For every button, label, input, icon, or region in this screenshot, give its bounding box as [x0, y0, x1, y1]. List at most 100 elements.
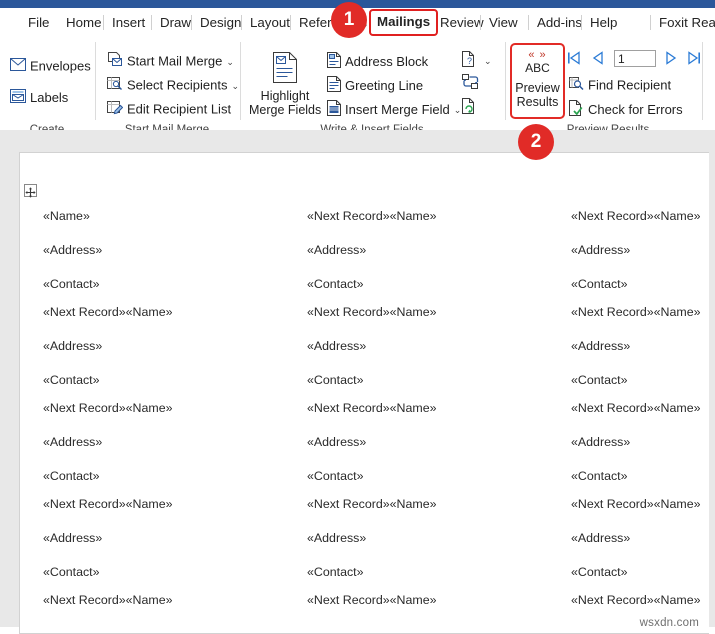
- match-fields-button[interactable]: [462, 74, 483, 94]
- merge-field[interactable]: «Next Record»«Name»: [307, 593, 436, 607]
- greeting-line-label: Greeting Line: [345, 78, 424, 93]
- ribbon-tab-insert[interactable]: Insert: [102, 11, 149, 34]
- merge-field[interactable]: «Contact»: [307, 469, 363, 483]
- start-mail-merge-label: Start Mail Merge: [127, 53, 223, 69]
- merge-field[interactable]: «Address»: [307, 435, 366, 449]
- match-fields-icon: [462, 74, 479, 94]
- merge-field[interactable]: «Contact»: [43, 277, 99, 291]
- find-recipient-icon: [569, 76, 584, 95]
- merge-field[interactable]: «Next Record»«Name»: [571, 593, 700, 607]
- update-labels-icon: [462, 98, 476, 118]
- envelopes-label: Envelopes: [30, 58, 91, 74]
- labels-button[interactable]: Labels: [10, 89, 68, 107]
- annotation-badge-1: 1: [331, 2, 367, 38]
- merge-field[interactable]: «Next Record»«Name»: [43, 305, 172, 319]
- ribbon-tab-draw[interactable]: Draw: [150, 11, 195, 34]
- labels-label: Labels: [30, 90, 69, 105]
- preview-results-label-1: Preview: [515, 81, 560, 95]
- address-block-label: Address Block: [345, 54, 429, 69]
- merge-field[interactable]: «Next Record»«Name»: [43, 497, 172, 511]
- ribbon-tab-design[interactable]: Design: [190, 11, 245, 34]
- chevron-down-icon[interactable]: ⌄: [226, 54, 234, 70]
- edit-recipient-list-label: Edit Recipient List: [127, 101, 232, 117]
- last-record-button[interactable]: [687, 51, 701, 70]
- merge-field[interactable]: «Address»: [43, 435, 102, 449]
- merge-field[interactable]: «Next Record»«Name»: [571, 209, 700, 223]
- merge-field[interactable]: «Contact»: [307, 565, 363, 579]
- find-recipient-button[interactable]: Find Recipient: [569, 76, 671, 95]
- merge-field[interactable]: «Address»: [571, 339, 630, 353]
- highlight-merge-fields-icon: [249, 52, 321, 86]
- greeting-line-button[interactable]: Greeting Line: [327, 76, 423, 96]
- preview-results-arrows-icon: « »: [528, 49, 547, 61]
- merge-field[interactable]: «Name»: [43, 209, 90, 223]
- start-mail-merge-icon: [107, 52, 123, 71]
- merge-field[interactable]: «Address»: [43, 531, 102, 545]
- chevron-down-icon[interactable]: ⌄: [231, 78, 239, 94]
- merge-field[interactable]: «Next Record»«Name»: [571, 497, 700, 511]
- merge-field[interactable]: «Contact»: [571, 469, 627, 483]
- ribbon-tab-help[interactable]: Help: [580, 11, 621, 34]
- insert-merge-field-icon: [327, 100, 341, 120]
- insert-merge-field-label: Insert Merge Field: [345, 102, 450, 117]
- merge-field[interactable]: «Next Record»«Name»: [43, 401, 172, 415]
- preview-results-button[interactable]: « » ABC Preview Results: [512, 49, 563, 110]
- merge-field[interactable]: «Address»: [571, 531, 630, 545]
- envelope-icon: [10, 58, 26, 75]
- select-recipients-button[interactable]: Select Recipients ⌄: [107, 76, 239, 95]
- merge-field[interactable]: «Next Record»«Name»: [307, 305, 436, 319]
- merge-field[interactable]: «Contact»: [43, 565, 99, 579]
- label-icon: [10, 89, 26, 107]
- ribbon-tab-add-ins[interactable]: Add-ins: [527, 11, 586, 34]
- merge-field[interactable]: «Address»: [43, 339, 102, 353]
- merge-field[interactable]: «Address»: [43, 243, 102, 257]
- next-record-button[interactable]: [664, 51, 678, 70]
- table-move-handle[interactable]: [24, 184, 37, 198]
- greeting-line-icon: [327, 76, 341, 96]
- merge-field[interactable]: «Next Record»«Name»: [307, 401, 436, 415]
- ribbon-tab-home[interactable]: Home: [62, 11, 105, 34]
- merge-field[interactable]: «Contact»: [571, 565, 627, 579]
- merge-field[interactable]: «Next Record»«Name»: [43, 593, 172, 607]
- ribbon-tab-mailings[interactable]: Mailings: [369, 9, 439, 36]
- rules-button[interactable]: ? ⌄: [462, 51, 492, 71]
- check-for-errors-button[interactable]: Check for Errors: [569, 100, 683, 120]
- edit-recipient-list-button[interactable]: Edit Recipient List: [107, 100, 231, 119]
- merge-field[interactable]: «Contact»: [571, 277, 627, 291]
- address-block-button[interactable]: Address Block: [327, 52, 428, 72]
- ribbon-tab-file[interactable]: File: [24, 11, 53, 34]
- merge-field[interactable]: «Next Record»«Name»: [571, 401, 700, 415]
- previous-record-button[interactable]: [591, 51, 605, 70]
- merge-field[interactable]: «Address»: [307, 339, 366, 353]
- site-watermark: wsxdn.com: [639, 617, 699, 629]
- merge-field[interactable]: «Next Record»«Name»: [307, 497, 436, 511]
- merge-field[interactable]: «Next Record»«Name»: [571, 305, 700, 319]
- start-mail-merge-button[interactable]: Start Mail Merge ⌄: [107, 52, 234, 71]
- merge-field[interactable]: «Address»: [571, 435, 630, 449]
- merge-field[interactable]: «Contact»: [43, 469, 99, 483]
- merge-field[interactable]: «Address»: [571, 243, 630, 257]
- update-labels-button[interactable]: [462, 98, 480, 118]
- record-number-input[interactable]: [614, 50, 656, 67]
- highlight-merge-fields-button[interactable]: Highlight Merge Fields: [249, 52, 321, 117]
- insert-merge-field-button[interactable]: Insert Merge Field ⌄: [327, 100, 461, 120]
- merge-field[interactable]: «Contact»: [307, 373, 363, 387]
- chevron-down-icon[interactable]: ⌄: [484, 53, 492, 69]
- merge-field[interactable]: «Address»: [307, 243, 366, 257]
- first-record-button[interactable]: [567, 51, 581, 70]
- annotation-badge-2: 2: [518, 124, 554, 160]
- merge-field[interactable]: «Address»: [307, 531, 366, 545]
- merge-field[interactable]: «Contact»: [307, 277, 363, 291]
- ribbon-tab-layout[interactable]: Layout: [241, 11, 294, 34]
- svg-text:?: ?: [467, 56, 472, 66]
- highlight-merge-fields-label-2: Merge Fields: [249, 103, 322, 117]
- chevron-down-icon[interactable]: ⌄: [454, 102, 462, 118]
- ribbon-tab-view[interactable]: View: [480, 11, 522, 34]
- merge-field[interactable]: «Contact»: [571, 373, 627, 387]
- merge-field[interactable]: «Contact»: [43, 373, 99, 387]
- rules-icon: ?: [462, 51, 476, 71]
- envelopes-button[interactable]: Envelopes: [10, 58, 91, 75]
- document-page[interactable]: wsxdn.com: [19, 152, 709, 634]
- ribbon-tab-foxit-reader-pdf[interactable]: Foxit Reader PDF: [649, 11, 715, 34]
- merge-field[interactable]: «Next Record»«Name»: [307, 209, 436, 223]
